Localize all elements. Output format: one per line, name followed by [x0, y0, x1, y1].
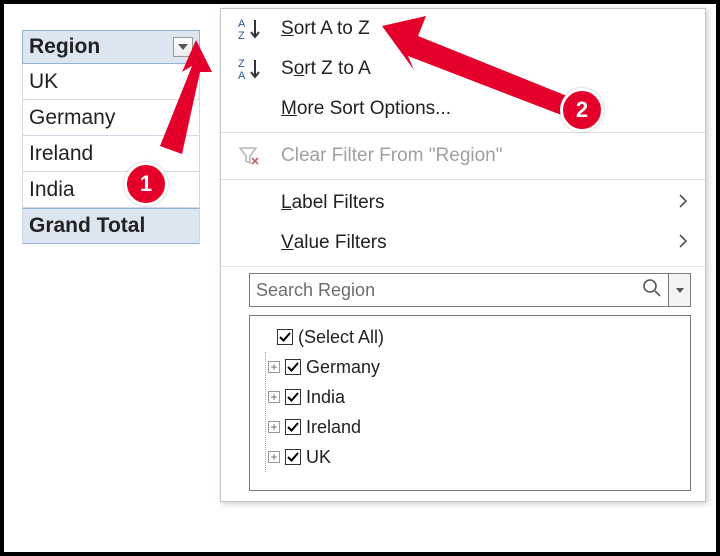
checkbox-checked-icon[interactable]	[277, 329, 293, 345]
menu-label: Clear Filter From "Region"	[281, 145, 691, 167]
pivot-row[interactable]: Ireland	[22, 136, 200, 172]
tree-item-label: Ireland	[306, 417, 361, 438]
menu-separator	[221, 266, 705, 267]
pivot-field-label: Region	[29, 35, 173, 59]
chevron-right-icon	[679, 232, 691, 254]
pivot-row[interactable]: India	[22, 172, 200, 208]
pivot-total-label: Grand Total	[29, 214, 145, 238]
search-input[interactable]: Search Region	[249, 273, 669, 307]
menu-sort-az[interactable]: A Z Sort A to Z	[221, 9, 705, 49]
chevron-down-icon	[676, 288, 684, 293]
tree-item-label: Germany	[306, 357, 380, 378]
svg-text:Z: Z	[238, 30, 245, 42]
search-placeholder: Search Region	[256, 280, 375, 301]
svg-text:A: A	[238, 18, 246, 30]
sort-za-icon: Z A	[237, 56, 281, 82]
pivot-field-header: Region	[22, 30, 200, 64]
menu-more-sort[interactable]: More Sort Options...	[221, 89, 705, 129]
menu-separator	[221, 179, 705, 180]
tree-item-label: (Select All)	[298, 327, 384, 348]
filter-dropdown-menu: A Z Sort A to Z Z A Sort Z to A More Sor…	[220, 8, 706, 502]
chevron-right-icon	[679, 192, 691, 214]
pivot-rows: UK Germany Ireland India Grand Total	[22, 64, 200, 244]
checkbox-checked-icon[interactable]	[285, 359, 301, 375]
filter-item-tree: (Select All) + Germany + India + Ireland	[249, 315, 691, 491]
search-wrap: Search Region	[249, 273, 691, 307]
menu-label: Sort A to Z	[281, 18, 691, 40]
tree-item[interactable]: + Ireland	[266, 412, 682, 442]
checkbox-checked-icon[interactable]	[285, 449, 301, 465]
search-dropdown-button[interactable]	[669, 273, 691, 307]
menu-clear-filter: Clear Filter From "Region"	[221, 136, 705, 176]
spacer-icon	[258, 330, 272, 344]
search-icon	[642, 278, 662, 303]
menu-value-filters[interactable]: Value Filters	[221, 223, 705, 263]
expand-icon[interactable]: +	[268, 451, 280, 463]
tree-item[interactable]: + Germany	[266, 352, 682, 382]
tree-item-label: India	[306, 387, 345, 408]
menu-label: Value Filters	[281, 232, 679, 254]
tree-item-label: UK	[306, 447, 331, 468]
pivot-row[interactable]: Germany	[22, 100, 200, 136]
checkbox-checked-icon[interactable]	[285, 419, 301, 435]
menu-label: More Sort Options...	[281, 98, 691, 120]
tree-select-all[interactable]: (Select All)	[258, 322, 682, 352]
expand-icon[interactable]: +	[268, 391, 280, 403]
pivot-grand-total[interactable]: Grand Total	[22, 208, 200, 244]
checkbox-checked-icon[interactable]	[285, 389, 301, 405]
clear-filter-icon	[237, 144, 281, 168]
svg-text:Z: Z	[238, 58, 245, 70]
pivot-row-label: UK	[29, 70, 58, 94]
menu-label-filters[interactable]: Label Filters	[221, 183, 705, 223]
expand-icon[interactable]: +	[268, 361, 280, 373]
menu-label: Label Filters	[281, 192, 679, 214]
pivot-row-label: India	[29, 178, 75, 202]
menu-separator	[221, 132, 705, 133]
menu-sort-za[interactable]: Z A Sort Z to A	[221, 49, 705, 89]
sort-az-icon: A Z	[237, 16, 281, 42]
svg-text:A: A	[238, 70, 246, 82]
pivot-row[interactable]: UK	[22, 64, 200, 100]
chevron-down-icon	[178, 44, 188, 50]
expand-icon[interactable]: +	[268, 421, 280, 433]
tree-item[interactable]: + UK	[266, 442, 682, 472]
tree-item[interactable]: + India	[266, 382, 682, 412]
pivot-row-label: Ireland	[29, 142, 93, 166]
pivot-filter-dropdown-button[interactable]	[173, 37, 193, 57]
menu-label: Sort Z to A	[281, 58, 691, 80]
pivot-row-label: Germany	[29, 106, 115, 130]
